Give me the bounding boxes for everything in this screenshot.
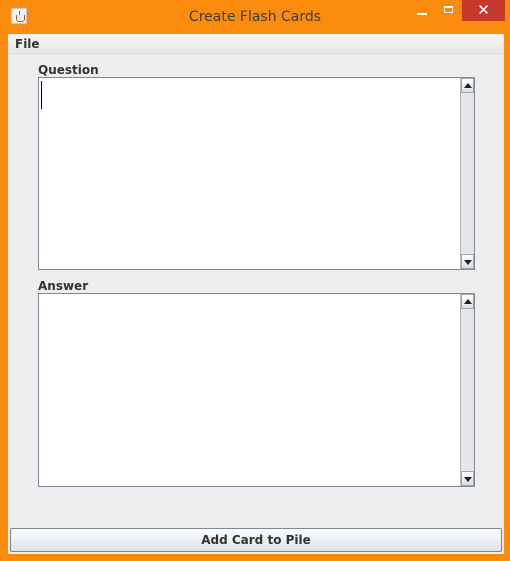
scroll-up-button[interactable]	[461, 78, 474, 93]
arrow-down-icon	[464, 477, 472, 482]
text-caret	[41, 81, 42, 109]
scroll-up-button[interactable]	[461, 294, 474, 309]
scroll-track[interactable]	[461, 309, 474, 471]
question-textarea[interactable]	[39, 78, 460, 269]
answer-scrollbar[interactable]	[460, 294, 474, 486]
answer-area	[38, 293, 475, 487]
app-window: Create Flash Cards ✕ File Question Answe…	[0, 0, 510, 561]
maximize-button[interactable]	[436, 0, 462, 21]
answer-textarea[interactable]	[39, 294, 460, 486]
maximize-icon	[444, 6, 453, 13]
arrow-up-icon	[464, 299, 472, 304]
scroll-track[interactable]	[461, 93, 474, 254]
minimize-button[interactable]	[409, 0, 436, 21]
close-button[interactable]: ✕	[462, 0, 505, 21]
answer-label: Answer	[38, 279, 89, 293]
question-scrollbar[interactable]	[460, 78, 474, 269]
minimize-icon	[417, 13, 427, 15]
scroll-down-button[interactable]	[461, 254, 474, 269]
menu-bar: File	[8, 34, 504, 54]
arrow-up-icon	[464, 83, 472, 88]
question-area	[38, 77, 475, 270]
menu-file[interactable]: File	[15, 37, 40, 51]
question-label: Question	[38, 63, 99, 77]
arrow-down-icon	[464, 260, 472, 265]
close-icon: ✕	[477, 1, 490, 19]
add-card-button[interactable]: Add Card to Pile	[10, 528, 502, 552]
content-panel: File Question Answer Add Card to Pile	[8, 34, 504, 554]
title-bar[interactable]: Create Flash Cards ✕	[0, 0, 510, 34]
scroll-down-button[interactable]	[461, 471, 474, 486]
